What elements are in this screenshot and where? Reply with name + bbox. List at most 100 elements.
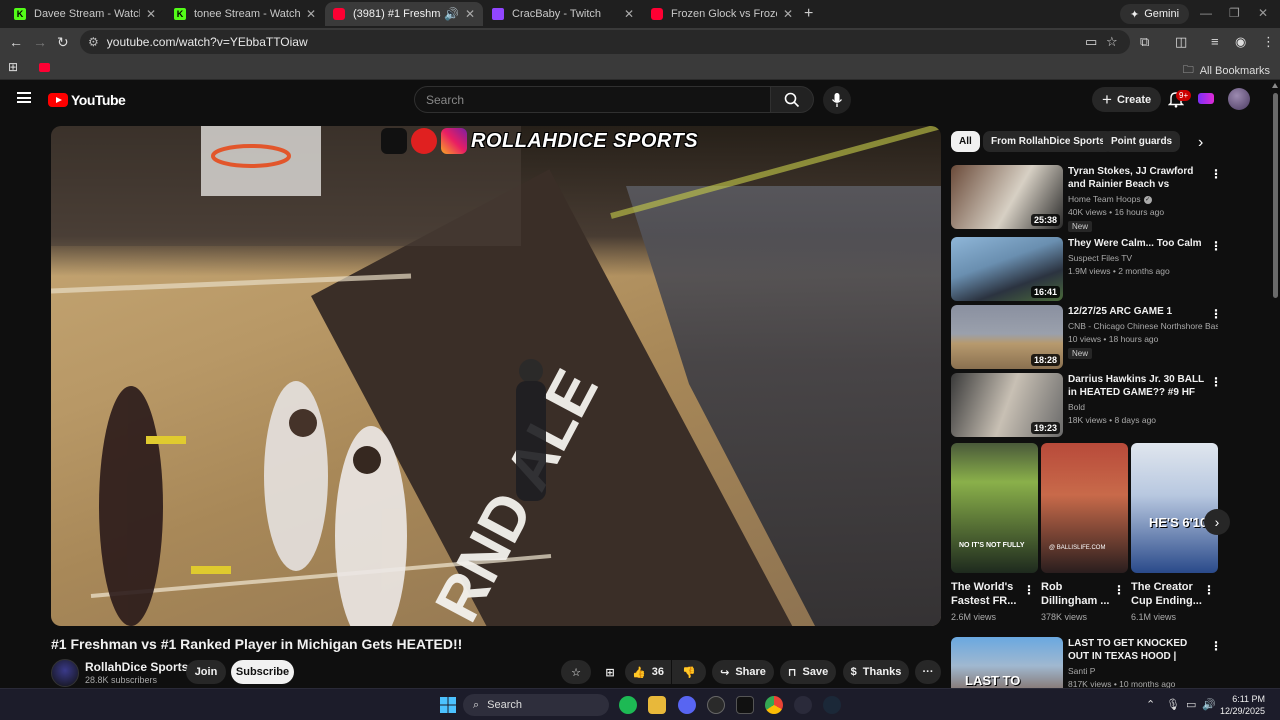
recommended-video[interactable]: 16:41 They Were Calm... Too Calm Suspect… bbox=[951, 237, 1222, 301]
volume-icon[interactable]: 🔊 bbox=[1202, 698, 1216, 711]
apps-grid-icon[interactable]: ⊞ bbox=[8, 60, 18, 74]
short-thumbnail[interactable]: NO IT'S NOT FULLY bbox=[951, 443, 1038, 573]
channel-avatar[interactable] bbox=[51, 659, 79, 687]
browser-tab[interactable]: K Davee Stream - Watch Live on ✕ bbox=[6, 2, 164, 26]
kebab-menu-icon[interactable]: ⋮ bbox=[1210, 239, 1222, 253]
close-tab-icon[interactable]: ✕ bbox=[624, 7, 634, 21]
short-item[interactable]: NO IT'S NOT FULLY The World's Fastest FR… bbox=[951, 443, 1038, 622]
chip-all[interactable]: All bbox=[951, 131, 980, 152]
file-explorer-icon[interactable] bbox=[648, 696, 666, 714]
discord-icon[interactable] bbox=[678, 696, 696, 714]
tray-overflow-icon[interactable]: ⌃ bbox=[1146, 698, 1155, 711]
short-item[interactable]: @ BALLISLIFE.COM Rob Dillingham ... 378K… bbox=[1041, 443, 1128, 622]
forward-icon[interactable]: → bbox=[33, 34, 47, 50]
recommended-video[interactable]: 18:28 12/27/25 ARC GAME 1 CNB - Chicago … bbox=[951, 305, 1222, 369]
kebab-menu-icon[interactable]: ⋮ bbox=[1210, 639, 1221, 653]
studio-icon[interactable] bbox=[1198, 93, 1214, 104]
channel-name[interactable]: Bold bbox=[1068, 402, 1218, 412]
microphone-tray-icon[interactable]: 🎙 bbox=[1166, 698, 1180, 711]
close-window-icon[interactable]: ✕ bbox=[1258, 6, 1268, 20]
windows-start-icon[interactable] bbox=[440, 697, 456, 713]
reading-list-icon[interactable]: ≡ bbox=[1211, 34, 1219, 49]
network-icon[interactable]: ▭ bbox=[1186, 698, 1196, 711]
chevron-right-icon[interactable]: › bbox=[1198, 134, 1203, 152]
grid-icon[interactable]: ⊞ bbox=[597, 660, 623, 684]
short-title[interactable]: Rob Dillingham ... bbox=[1041, 580, 1116, 608]
all-bookmarks-button[interactable]: 🗀 All Bookmarks bbox=[1183, 61, 1270, 80]
back-icon[interactable]: ← bbox=[9, 34, 23, 50]
profile-icon[interactable]: ◉ bbox=[1235, 34, 1246, 50]
voice-search-button[interactable] bbox=[823, 86, 851, 114]
short-thumbnail[interactable]: HE'S 6'10 bbox=[1131, 443, 1218, 573]
recommended-video[interactable]: 19:23 Darrius Hawkins Jr. 30 BALL in HEA… bbox=[951, 373, 1222, 437]
close-tab-icon[interactable]: ✕ bbox=[783, 7, 793, 21]
video-title[interactable]: Tyran Stokes, JJ Crawford and Rainier Be… bbox=[1068, 165, 1208, 192]
youtube-bookmark-icon[interactable] bbox=[39, 63, 50, 72]
browser-tab[interactable]: K tonee Stream - Watch Live on ✕ bbox=[166, 2, 324, 26]
browser-tab[interactable]: Frozen Glock vs Frozen M&P - Y ✕ bbox=[643, 2, 801, 26]
recommended-video[interactable]: LAST TO LAST TO GET KNOCKED OUT IN TEXAS… bbox=[951, 637, 1221, 688]
scroll-up-icon[interactable] bbox=[1272, 83, 1278, 88]
video-thumbnail[interactable]: 25:38 bbox=[951, 165, 1063, 229]
sidepanel-icon[interactable]: ◫ bbox=[1175, 34, 1187, 50]
minimize-icon[interactable]: — bbox=[1200, 6, 1212, 20]
join-button[interactable]: Join bbox=[186, 660, 226, 684]
close-tab-icon[interactable]: ✕ bbox=[465, 7, 475, 21]
thanks-button[interactable]: $ Thanks bbox=[843, 660, 909, 684]
speaker-icon[interactable]: 🔊 bbox=[444, 7, 459, 21]
channel-name[interactable]: CNB - Chicago Chinese Northshore Bask... bbox=[1068, 321, 1218, 331]
channel-name[interactable]: Suspect Files TV bbox=[1068, 253, 1218, 263]
channel-name[interactable]: Santi P bbox=[1068, 666, 1218, 676]
chrome-icon[interactable] bbox=[765, 696, 783, 714]
system-clock[interactable]: 6:11 PM 12/29/2025 bbox=[1220, 693, 1265, 717]
kebab-menu-icon[interactable]: ⋮ bbox=[1113, 583, 1125, 597]
g-hub-icon[interactable] bbox=[794, 696, 812, 714]
cast-icon[interactable]: ▭ bbox=[1085, 34, 1097, 50]
video-thumbnail[interactable]: 18:28 bbox=[951, 305, 1063, 369]
account-avatar[interactable] bbox=[1228, 88, 1250, 110]
search-button[interactable] bbox=[771, 86, 814, 113]
page-scrollbar[interactable] bbox=[1270, 81, 1280, 688]
short-title[interactable]: The Creator Cup Ending... bbox=[1131, 580, 1206, 608]
hype-star-button[interactable]: ☆ bbox=[561, 660, 591, 684]
video-title[interactable]: Darrius Hawkins Jr. 30 BALL in HEATED GA… bbox=[1068, 373, 1208, 400]
reload-icon[interactable]: ↻ bbox=[57, 34, 69, 51]
channel-name[interactable]: Home Team Hoops ✓ bbox=[1068, 194, 1218, 204]
short-thumbnail[interactable]: @ BALLISLIFE.COM bbox=[1041, 443, 1128, 573]
kebab-menu-icon[interactable]: ⋮ bbox=[1203, 583, 1215, 597]
dislike-button[interactable]: 👎 bbox=[672, 660, 706, 684]
save-button[interactable]: ⊓ Save bbox=[780, 660, 836, 684]
kebab-menu-icon[interactable]: ⋮ bbox=[1210, 167, 1222, 181]
shorts-next-button[interactable]: › bbox=[1204, 509, 1230, 535]
restore-icon[interactable]: ❐ bbox=[1229, 6, 1240, 20]
kebab-menu-icon[interactable]: ⋮ bbox=[1023, 583, 1035, 597]
new-tab-icon[interactable]: + bbox=[804, 5, 813, 23]
steelseries-icon[interactable] bbox=[707, 696, 725, 714]
channel-name[interactable]: RollahDice Sports bbox=[85, 660, 188, 674]
short-item[interactable]: HE'S 6'10 The Creator Cup Ending... 6.1M… bbox=[1131, 443, 1218, 622]
chip-from-channel[interactable]: From RollahDice Sports bbox=[983, 131, 1113, 152]
address-bar[interactable]: ⚙ youtube.com/watch?v=YEbbaTTOiaw bbox=[80, 30, 1130, 54]
gemini-button[interactable]: ✦ Gemini bbox=[1120, 4, 1190, 24]
search-input[interactable]: Search bbox=[414, 86, 771, 113]
share-button[interactable]: ↪ Share bbox=[712, 660, 774, 684]
kebab-menu-icon[interactable]: ⋮ bbox=[1210, 375, 1222, 389]
taskbar-search[interactable]: ⌕ Search bbox=[463, 694, 609, 716]
video-thumbnail[interactable]: LAST TO bbox=[951, 637, 1063, 688]
hamburger-menu-icon[interactable] bbox=[17, 92, 31, 103]
close-tab-icon[interactable]: ✕ bbox=[306, 7, 316, 21]
video-title[interactable]: They Were Calm... Too Calm bbox=[1068, 237, 1208, 250]
spotify-icon[interactable] bbox=[619, 696, 637, 714]
video-thumbnail[interactable]: 19:23 bbox=[951, 373, 1063, 437]
video-thumbnail[interactable]: 16:41 bbox=[951, 237, 1063, 301]
recommended-video[interactable]: 25:38 Tyran Stokes, JJ Crawford and Rain… bbox=[951, 165, 1222, 232]
short-title[interactable]: The World's Fastest FR... bbox=[951, 580, 1026, 608]
video-title[interactable]: LAST TO GET KNOCKED OUT IN TEXAS HOOD | … bbox=[1068, 637, 1208, 664]
youtube-logo[interactable]: YouTube bbox=[48, 92, 126, 108]
video-title[interactable]: 12/27/25 ARC GAME 1 bbox=[1068, 305, 1208, 318]
site-info-icon[interactable]: ⚙ bbox=[88, 35, 99, 49]
subscribe-button[interactable]: Subscribe bbox=[231, 660, 294, 684]
bookmark-star-icon[interactable]: ☆ bbox=[1106, 34, 1118, 50]
menu-dots-icon[interactable]: ⋮ bbox=[1262, 34, 1275, 50]
create-button[interactable]: + Create bbox=[1092, 87, 1162, 112]
